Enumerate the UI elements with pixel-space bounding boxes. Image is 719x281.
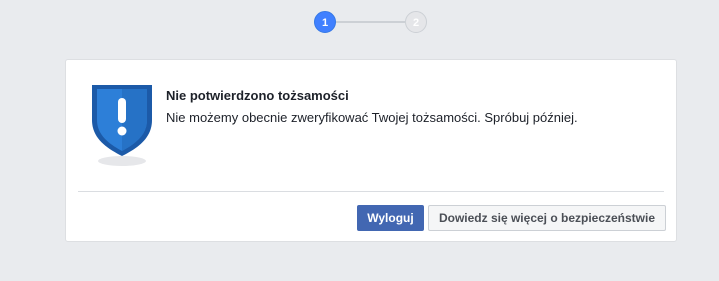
stepper-connector [336, 21, 405, 23]
logout-button[interactable]: Wyloguj [357, 205, 424, 231]
step-2-indicator: 2 [405, 11, 427, 33]
step-1-indicator: 1 [314, 11, 336, 33]
dialog-divider [78, 191, 664, 192]
learn-more-security-button[interactable]: Dowiedz się więcej o bezpieczeństwie [428, 205, 666, 231]
dialog-message: Nie możemy obecnie zweryfikować Twojej t… [166, 110, 578, 125]
shield-warning-icon [90, 82, 154, 170]
identity-dialog: Nie potwierdzono tożsamości Nie możemy o… [65, 59, 677, 242]
dialog-title: Nie potwierdzono tożsamości [166, 88, 349, 103]
progress-stepper: 1 2 [314, 11, 430, 35]
